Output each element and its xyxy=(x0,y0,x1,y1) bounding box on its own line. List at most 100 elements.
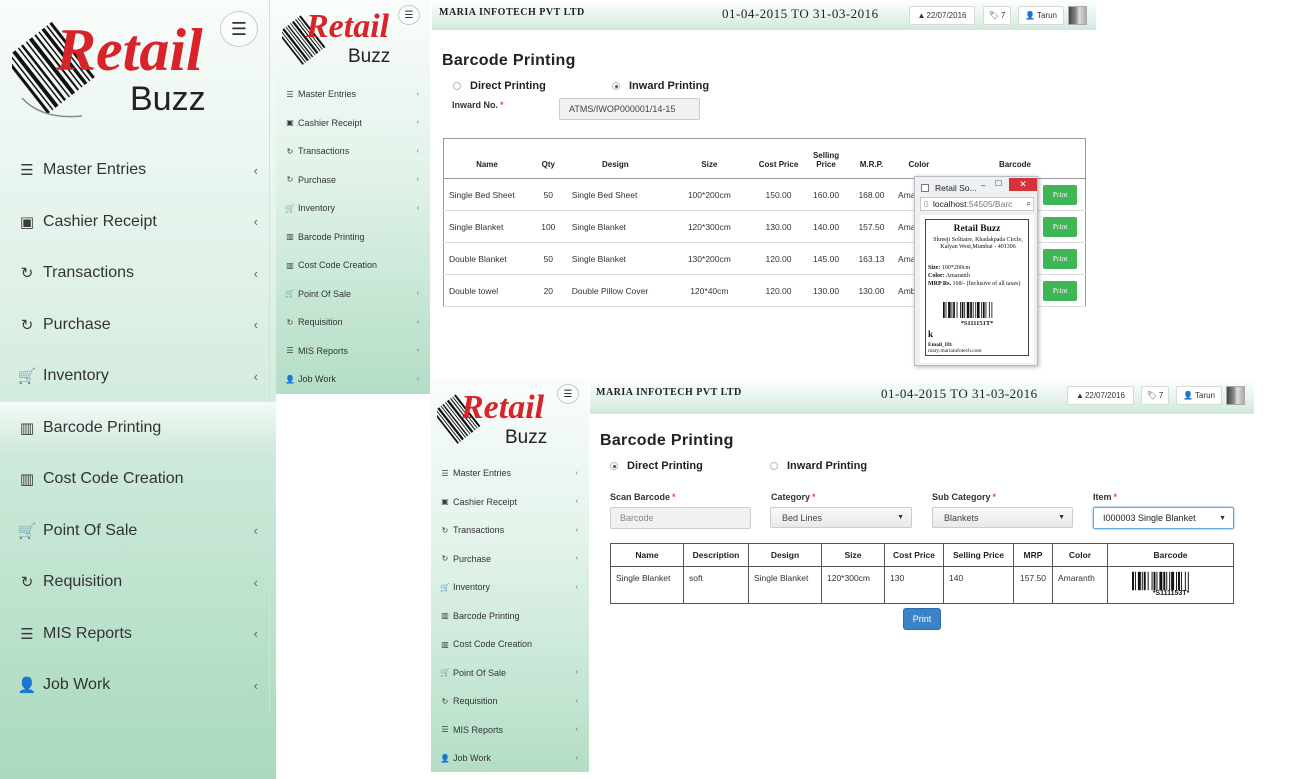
scan-barcode-input[interactable]: Barcode xyxy=(610,507,751,529)
sidebar-item-job-work[interactable]: 👤 Job Work ‹ xyxy=(0,659,276,711)
user-button[interactable]: 👤 Tarun xyxy=(1018,6,1064,25)
print-button[interactable]: Print xyxy=(1043,184,1077,205)
sidebar-item-transactions[interactable]: ↻ Transactions ‹ xyxy=(431,516,589,545)
label-text: Item xyxy=(1093,492,1112,502)
selected-value: Bed Lines xyxy=(782,512,823,523)
cell-qty: 20 xyxy=(529,274,567,307)
sidebar-item-point-of-sale[interactable]: 🛒 Point Of Sale ‹ xyxy=(0,505,276,557)
sidebar-item-label: MIS Reports xyxy=(298,345,349,356)
sub-category-select[interactable]: Blankets ▼ xyxy=(932,507,1073,528)
sidebar-item-mis-reports[interactable]: ☰ MIS Reports ‹ xyxy=(431,716,589,745)
sidebar-item-mis-reports[interactable]: ☰ MIS Reports ‹ xyxy=(276,337,430,366)
hamburger-icon: ☰ xyxy=(230,18,248,39)
column-header: Barcode xyxy=(1107,543,1234,567)
sidebar-item-requisition[interactable]: ↻ Requisition ‹ xyxy=(276,308,430,337)
sidebar-item-purchase[interactable]: ↻ Purchase ‹ xyxy=(0,299,276,351)
user-button[interactable]: 👤 Tarun xyxy=(1176,386,1222,405)
close-button[interactable]: ✕ xyxy=(1009,178,1037,191)
cell-cost: 120.00 xyxy=(754,242,803,275)
sidebar-item-cashier-receipt[interactable]: ▣ Cashier Receipt ‹ xyxy=(431,488,589,517)
item-select[interactable]: I000003 Single Blanket ▼ xyxy=(1093,507,1234,529)
sidebar-item-label: Master Entries xyxy=(43,161,147,178)
menu-toggle-button[interactable]: ☰ xyxy=(557,384,579,404)
minimize-button[interactable]: – xyxy=(981,181,985,190)
required-mark: * xyxy=(500,100,504,110)
notifications-button[interactable]: 🏷 7 xyxy=(983,6,1011,25)
maximize-button[interactable]: ☐ xyxy=(995,179,1002,188)
sidebar-item-barcode-printing[interactable]: ▥ Barcode Printing xyxy=(276,223,430,252)
sidebar-item-inventory[interactable]: 🛒 Inventory ‹ xyxy=(431,573,589,602)
sidebar-item-master-entries[interactable]: ☰ Master Entries ‹ xyxy=(431,459,589,488)
radio-label: Direct Printing xyxy=(470,80,546,92)
sidebar-item-label: Purchase xyxy=(298,174,337,185)
user-icon: 👤 xyxy=(1025,11,1035,20)
financial-year: 01-04-2015 TO 31-03-2016 xyxy=(722,6,879,21)
inward-no-field[interactable]: ATMS/IWOP000001/14-15 xyxy=(559,98,700,120)
print-button[interactable]: Print xyxy=(1043,248,1077,269)
cell-mrp: 163.13 xyxy=(849,242,894,275)
user-icon: 👤 xyxy=(17,677,37,694)
refresh-icon: ↻ xyxy=(441,554,449,564)
sidebar-item-master-entries[interactable]: ☰ Master Entries ‹ xyxy=(276,80,430,109)
sidebar-item-job-work[interactable]: 👤 Job Work ‹ xyxy=(431,744,589,772)
barcode-bar xyxy=(960,302,961,318)
item-label: Item * xyxy=(1093,492,1117,502)
sidebar-item-purchase[interactable]: ↻ Purchase ‹ xyxy=(431,545,589,574)
sidebar-item-transactions[interactable]: ↻ Transactions ‹ xyxy=(0,247,276,299)
sidebar-item-label: Purchase xyxy=(453,553,492,564)
logo-word-buzz: Buzz xyxy=(505,427,548,448)
notifications-button[interactable]: 🏷 7 xyxy=(1141,386,1169,405)
chevron-left-icon: ‹ xyxy=(575,469,578,477)
sidebar-item-master-entries[interactable]: ☰ Master Entries ‹ xyxy=(0,144,276,196)
radio-inward-printing[interactable]: Inward Printing xyxy=(612,80,709,92)
barcode-label-card: Retail Buzz Shreeji Solitaire, Khadakpad… xyxy=(925,219,1029,356)
date-button[interactable]: ▲ 22/07/2016 xyxy=(1067,386,1134,405)
sidebar-item-cost-code-creation[interactable]: ▥ Cost Code Creation xyxy=(0,453,276,505)
radio-direct-printing[interactable]: Direct Printing xyxy=(610,460,703,472)
print-button[interactable]: Print xyxy=(1043,216,1077,237)
sidebar-item-cost-code-creation[interactable]: ▥ Cost Code Creation xyxy=(431,630,589,659)
sidebar-item-purchase[interactable]: ↻ Purchase ‹ xyxy=(276,166,430,195)
sidebar-item-barcode-printing[interactable]: ▥ Barcode Printing xyxy=(431,602,589,631)
barcode-bar xyxy=(1134,571,1136,591)
radio-dot xyxy=(770,462,778,470)
print-button[interactable]: Print xyxy=(903,608,941,630)
sidebar-item-cashier-receipt[interactable]: ▣ Cashier Receipt ‹ xyxy=(276,109,430,138)
sidebar-item-requisition[interactable]: ↻ Requisition ‹ xyxy=(431,687,589,716)
zoom-icon[interactable]: ⌕ xyxy=(1025,199,1031,209)
avatar[interactable] xyxy=(1068,6,1087,25)
chevron-left-icon: ‹ xyxy=(416,375,419,383)
barcode-bar xyxy=(970,302,972,318)
refresh-icon: ↻ xyxy=(286,146,294,156)
sidebar-item-cashier-receipt[interactable]: ▣ Cashier Receipt ‹ xyxy=(0,196,276,248)
avatar[interactable] xyxy=(1226,386,1245,405)
barcode-bar xyxy=(1147,571,1149,591)
print-button[interactable]: Print xyxy=(1043,280,1077,301)
popup-url-bar[interactable]: ▯ localhost:54505/Barc ⌕ xyxy=(920,197,1034,211)
barcode-bar xyxy=(1180,571,1182,591)
chevron-left-icon: ‹ xyxy=(253,677,258,693)
sidebar-item-cost-code-creation[interactable]: ▥ Cost Code Creation xyxy=(276,251,430,280)
sidebar-item-inventory[interactable]: 🛒 Inventory ‹ xyxy=(276,194,430,223)
sidebar-item-inventory[interactable]: 🛒 Inventory ‹ xyxy=(0,350,276,402)
radio-direct-printing[interactable]: Direct Printing xyxy=(453,80,546,92)
financial-year: 01-04-2015 TO 31-03-2016 xyxy=(881,386,1038,401)
cell-size: 120*40cm xyxy=(663,274,755,307)
menu-toggle-button[interactable]: ☰ xyxy=(398,5,420,25)
category-select[interactable]: Bed Lines ▼ xyxy=(770,507,912,528)
barcode-bars xyxy=(1132,571,1189,591)
sidebar-item-transactions[interactable]: ↻ Transactions ‹ xyxy=(276,137,430,166)
date-button[interactable]: ▲ 22/07/2016 xyxy=(909,6,975,25)
menu-toggle-button[interactable]: ☰ xyxy=(220,11,258,47)
sidebar-item-barcode-printing[interactable]: ▥ Barcode Printing xyxy=(0,401,276,454)
sidebar-item-point-of-sale[interactable]: 🛒 Point Of Sale ‹ xyxy=(431,659,589,688)
sidebar-item-label: Inventory xyxy=(298,203,336,214)
radio-inward-printing[interactable]: Inward Printing xyxy=(770,460,867,472)
table-header-row: Name Description Design Size Cost Price Selli… xyxy=(610,543,1234,567)
sidebar-item-point-of-sale[interactable]: 🛒 Point Of Sale ‹ xyxy=(276,280,430,309)
sidebar-item-job-work[interactable]: 👤 Job Work ‹ xyxy=(276,365,430,394)
sidebar-item-requisition[interactable]: ↻ Requisition ‹ xyxy=(0,556,276,608)
placeholder-text: Barcode xyxy=(620,513,654,523)
cell-name: Single Bed Sheet xyxy=(443,178,530,211)
sidebar-item-mis-reports[interactable]: ☰ MIS Reports ‹ xyxy=(0,608,276,660)
